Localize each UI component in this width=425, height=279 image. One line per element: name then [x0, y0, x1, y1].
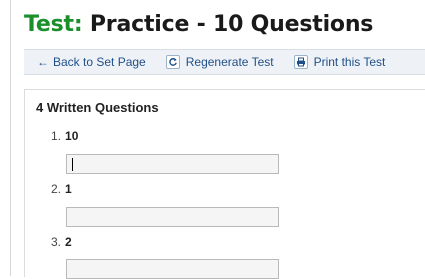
question-term: 2 — [65, 235, 72, 249]
back-to-set-label: Back to Set Page — [53, 55, 146, 69]
print-test-link[interactable]: Print this Test — [293, 55, 386, 69]
back-arrow-icon: ← — [37, 55, 49, 69]
question-prompt: 2. 1 — [51, 182, 72, 196]
question-term: 10 — [65, 129, 79, 143]
test-toolbar: ← Back to Set Page Regenerate Test Print… — [24, 49, 425, 75]
question-prompt: 1. 10 — [51, 129, 78, 143]
printer-icon — [293, 55, 308, 69]
question-number: 3. — [51, 235, 62, 249]
answer-input[interactable] — [66, 207, 279, 227]
page-title: Test: Practice - 10 Questions — [24, 12, 373, 37]
test-page: Test: Practice - 10 Questions ← Back to … — [10, 0, 425, 279]
written-questions-panel: 4 Written Questions 1. 10 2. 1 3. 2 — [24, 89, 425, 279]
text-caret — [72, 158, 73, 171]
back-to-set-link[interactable]: ← Back to Set Page — [37, 55, 146, 69]
question-number: 2. — [51, 182, 62, 196]
question-term: 1 — [65, 182, 72, 196]
title-prefix: Test: — [24, 12, 83, 37]
title-text: Practice - 10 Questions — [82, 12, 374, 37]
question-number: 1. — [51, 129, 62, 143]
regenerate-test-label: Regenerate Test — [185, 55, 274, 69]
regenerate-test-link[interactable]: Regenerate Test — [165, 55, 274, 69]
print-test-label: Print this Test — [313, 55, 386, 69]
answer-input[interactable] — [66, 154, 279, 174]
answer-input[interactable] — [66, 259, 279, 279]
section-title: 4 Written Questions — [36, 100, 159, 115]
refresh-icon — [165, 55, 180, 69]
question-prompt: 3. 2 — [51, 235, 72, 249]
